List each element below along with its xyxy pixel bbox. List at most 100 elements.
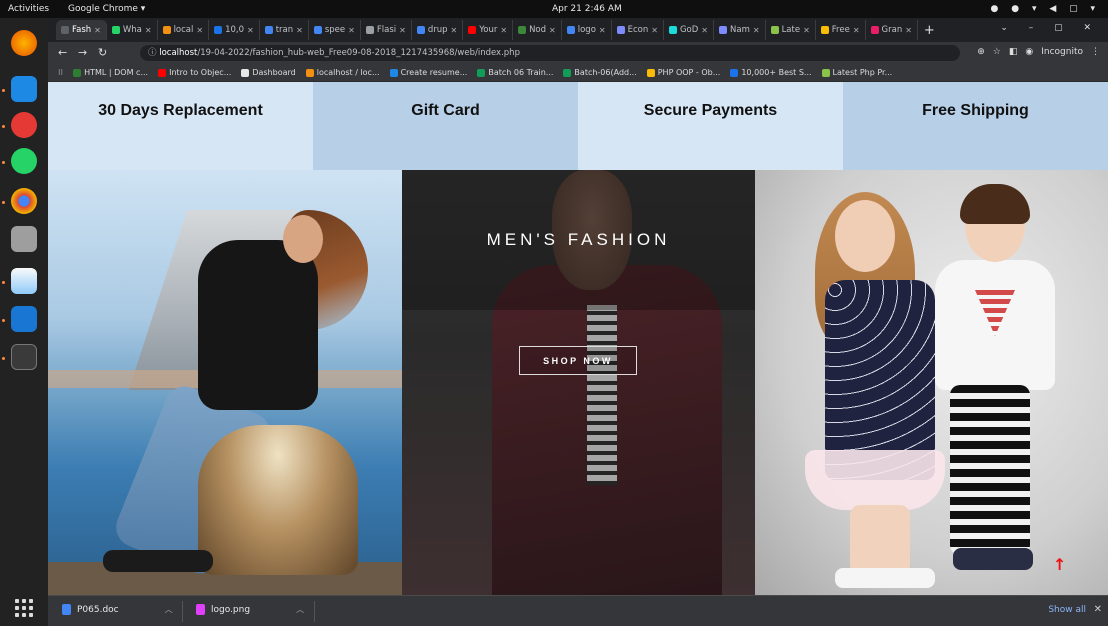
tab-close-icon[interactable]: ✕ [549,26,556,35]
feature-secure-payments: Secure Payments [578,82,843,170]
tab-close-icon[interactable]: ✕ [247,26,254,35]
bookmark-item[interactable]: localhost / loc... [305,68,380,77]
chat-app-icon[interactable] [11,112,37,138]
kids-fashion-banner[interactable]: ↑ [755,170,1108,595]
tab-close-icon[interactable]: ✕ [651,26,658,35]
incognito-icon[interactable]: ◉ [1025,47,1033,57]
running-indicator [2,281,5,284]
files-icon[interactable] [11,226,37,252]
browser-tab[interactable]: Fash ✕ [56,20,107,40]
bookmark-item[interactable]: PHP OOP - Ob... [646,68,720,77]
browser-tab[interactable]: Wha ✕ [107,20,158,40]
tab-label: Gran [881,25,903,35]
shop-now-button[interactable]: SHOP NOW [519,346,637,375]
whatsapp-icon[interactable] [11,148,37,174]
tab-favicon-icon [566,26,575,34]
tab-label: Flasi [376,25,397,35]
browser-tab[interactable]: Late ✕ [766,20,816,40]
download-item[interactable]: logo.png ︿ [196,604,304,615]
browser-tab[interactable]: tran ✕ [260,20,309,40]
tab-close-icon[interactable]: ✕ [905,26,912,35]
bookmark-favicon-icon [477,68,486,77]
tab-favicon-icon [668,26,677,34]
bookmark-item[interactable]: Batch 06 Train... [477,68,553,77]
browser-tab[interactable]: 10,0 ✕ [209,20,260,40]
browser-tab[interactable]: Flasi ✕ [361,20,412,40]
vscode-icon[interactable] [11,306,37,332]
address-bar[interactable]: ⓘ localhost/19-04-2022/fashion_hub-web_F… [140,45,960,61]
menu-icon[interactable]: ⋮ [1091,47,1100,57]
download-item[interactable]: P065.doc ︿ [62,604,173,615]
browser-tab[interactable]: Gran ✕ [866,20,918,40]
show-applications-icon[interactable] [15,599,33,617]
browser-tab[interactable]: Nam ✕ [714,20,766,40]
bookmark-item[interactable]: Batch-06(Add... [563,68,637,77]
tab-close-icon[interactable]: ✕ [296,26,303,35]
bookmark-item[interactable]: Intro to Objec... [158,68,231,77]
firefox-icon[interactable] [11,30,37,56]
tab-close-icon[interactable]: ✕ [599,26,606,35]
download-filename: P065.doc [77,604,119,615]
document-viewer-icon[interactable] [11,76,37,102]
chevron-up-icon[interactable]: ︿ [165,604,173,615]
tab-close-icon[interactable]: ✕ [853,26,860,35]
tab-close-icon[interactable]: ✕ [753,26,760,35]
tab-close-icon[interactable]: ✕ [348,26,355,35]
tab-label: logo [577,25,596,35]
bookmark-star-icon[interactable]: ☆ [993,47,1001,57]
bookmark-item[interactable]: Latest Php Pr... [821,68,893,77]
bookmark-item[interactable]: HTML | DOM c... [73,68,148,77]
apps-icon[interactable]: ⁝⁝ [58,68,63,77]
chrome-icon[interactable] [11,188,37,214]
side-panel-icon[interactable]: ◧ [1009,47,1018,57]
tab-close-icon[interactable]: ✕ [701,26,708,35]
browser-tab[interactable]: Your ✕ [463,20,514,40]
close-icon[interactable]: ✕ [1094,604,1102,615]
activities-button[interactable]: Activities [8,4,49,14]
tab-close-icon[interactable]: ✕ [803,26,810,35]
chevron-up-icon[interactable]: ︿ [296,604,304,615]
zoom-icon[interactable]: ⊕ [977,47,985,57]
tab-close-icon[interactable]: ✕ [500,26,507,35]
forward-icon[interactable]: → [78,46,87,59]
women-fashion-banner[interactable] [48,170,402,595]
show-all-downloads-link[interactable]: Show all [1048,605,1086,615]
desktop: Activities Google Chrome ▾ Apr 21 2:46 A… [0,0,1108,626]
incognito-label[interactable]: Incognito [1041,47,1083,57]
terminal-icon[interactable] [11,344,37,370]
browser-tab[interactable]: spee ✕ [309,20,361,40]
text-editor-icon[interactable] [11,268,37,294]
browser-tab[interactable]: drup ✕ [412,20,464,40]
model-jacket [198,240,318,410]
banner-row: MEN'S FASHION SHOP NOW ↑ [48,170,1108,595]
app-menu[interactable]: Google Chrome ▾ [68,4,145,14]
browser-tab[interactable]: GoD ✕ [664,20,714,40]
tab-close-icon[interactable]: ✕ [399,26,406,35]
browser-tab[interactable]: local ✕ [158,20,210,40]
new-tab-button[interactable]: + [924,23,935,38]
system-top-bar: Activities Google Chrome ▾ Apr 21 2:46 A… [0,0,1108,18]
tab-label: Your [479,25,498,35]
window-controls[interactable]: ⌄ – ▢ ✕ [1000,23,1100,33]
tab-favicon-icon [111,26,120,34]
info-icon[interactable]: ⓘ [148,48,159,58]
clock[interactable]: Apr 21 2:46 AM [552,4,622,14]
tab-close-icon[interactable]: ✕ [145,26,152,35]
back-icon[interactable]: ← [58,46,67,59]
bookmark-item[interactable]: Create resume... [389,68,467,77]
browser-tab[interactable]: Free ✕ [816,20,866,40]
tab-close-icon[interactable]: ✕ [94,26,101,35]
bookmark-item[interactable]: Dashboard [241,68,296,77]
tab-close-icon[interactable]: ✕ [451,26,458,35]
scroll-to-top-icon[interactable]: ↑ [1053,555,1066,574]
reload-icon[interactable]: ↻ [98,46,107,59]
system-tray[interactable]: ● ● ▾ ◀ ▢ ▾ [991,4,1100,14]
girl-head [835,200,895,272]
browser-tab[interactable]: Econ ✕ [612,20,664,40]
tab-close-icon[interactable]: ✕ [196,26,203,35]
bookmark-label: Batch 06 Train... [488,68,554,77]
browser-tab[interactable]: Nod ✕ [513,20,562,40]
bookmark-item[interactable]: 10,000+ Best S... [730,68,812,77]
bookmark-label: Latest Php Pr... [832,68,893,77]
browser-tab[interactable]: logo ✕ [562,20,612,40]
